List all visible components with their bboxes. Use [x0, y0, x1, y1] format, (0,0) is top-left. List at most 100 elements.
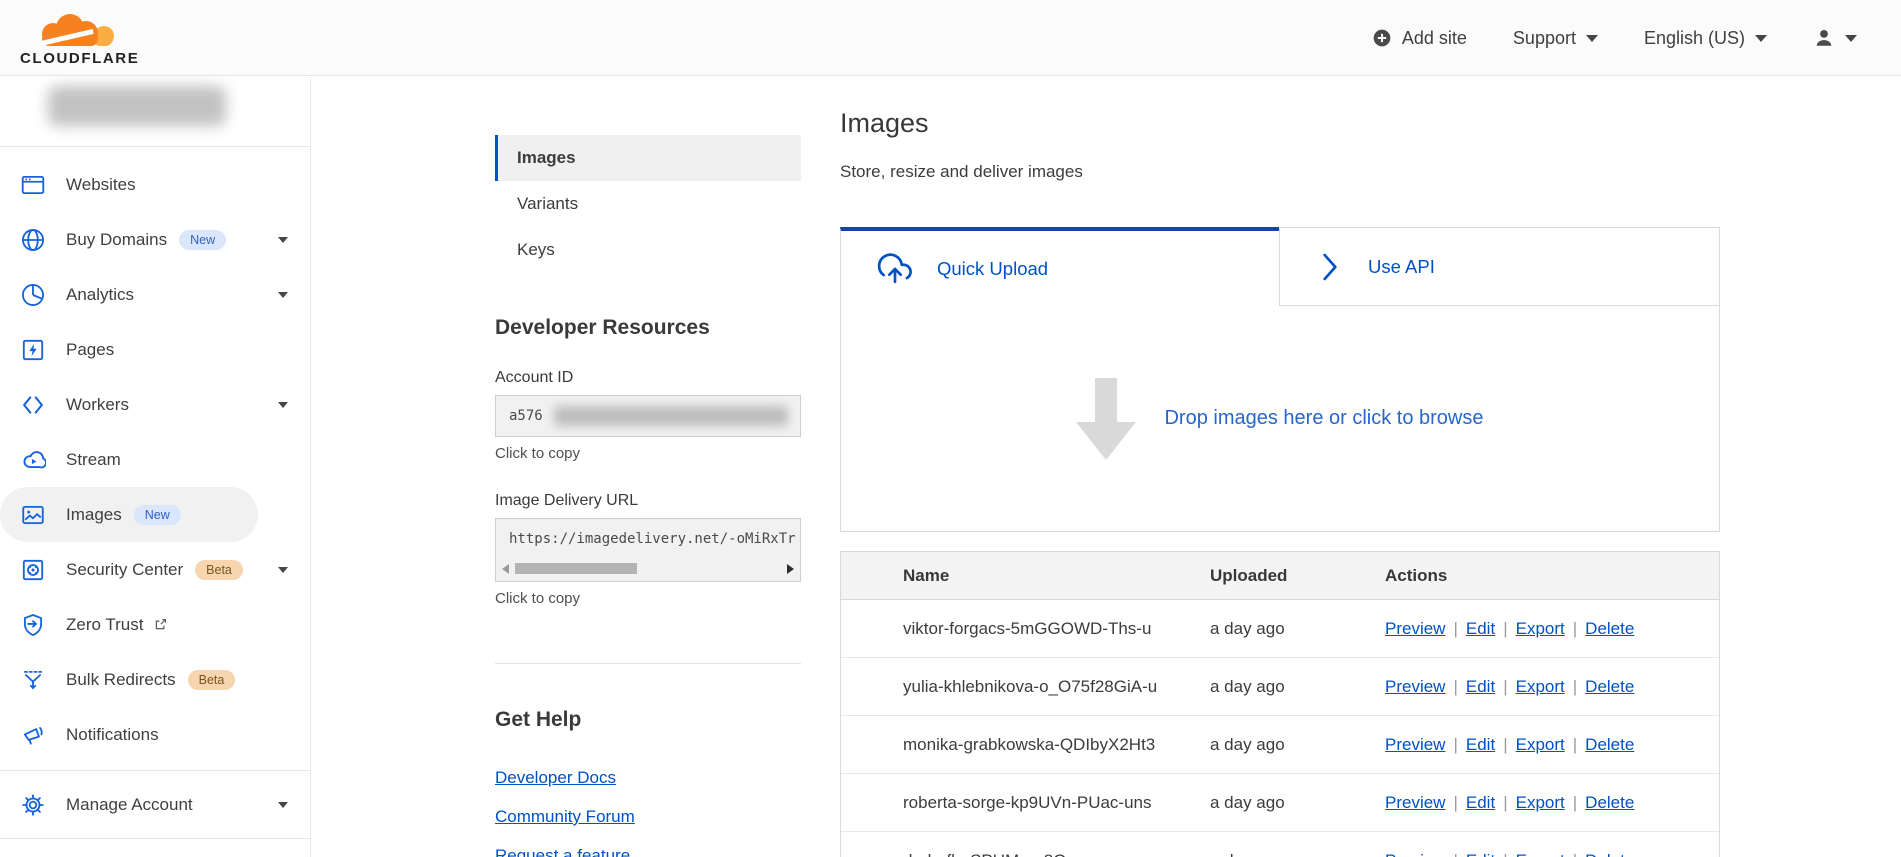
table-row: yulia-khlebnikova-o_O75f28GiA-u a day ag… — [841, 658, 1719, 716]
lightning-page-icon — [20, 337, 46, 363]
sidebar-item-bulk-redirects[interactable]: Bulk Redirects Beta — [0, 652, 310, 707]
sidebar-item-images[interactable]: Images New — [0, 487, 258, 542]
export-link[interactable]: Export — [1516, 619, 1565, 638]
cloudflare-logo[interactable]: CLOUDFLARE — [20, 8, 152, 66]
cloudflare-cloud-icon: CLOUDFLARE — [20, 14, 139, 66]
account-name-redacted[interactable] — [48, 86, 226, 126]
plus-circle-icon — [1373, 29, 1391, 47]
preview-link[interactable]: Preview — [1385, 677, 1445, 696]
sidebar-item-manage-account[interactable]: Manage Account — [0, 777, 310, 832]
tab-use-api[interactable]: Use API — [1279, 227, 1720, 306]
row-actions: Preview | Edit | Export | Delete — [1385, 735, 1719, 755]
sidebar-item-zero-trust[interactable]: Zero Trust — [0, 597, 310, 652]
sidebar-item-notifications[interactable]: Notifications — [0, 707, 310, 762]
subnav-item-label: Keys — [517, 240, 555, 259]
new-badge: New — [179, 229, 227, 250]
quick-upload-panel: Drop images here or click to browse — [840, 306, 1720, 532]
sidebar-item-analytics[interactable]: Analytics — [0, 267, 310, 322]
funnel-icon — [20, 667, 46, 693]
account-id-label: Account ID — [495, 369, 574, 386]
subnav-item-images[interactable]: Images — [495, 135, 801, 181]
subnav-divider — [495, 663, 801, 664]
top-header: CLOUDFLARE Add site Support English (US) — [0, 0, 1901, 76]
delivery-url-value: https://imagedelivery.net/-oMiRxTr — [509, 531, 796, 547]
images-table: Name Uploaded Actions viktor-forgacs-5mG… — [840, 551, 1720, 857]
table-row: monika-grabkowska-QDIbyX2Ht3 a day ago P… — [841, 716, 1719, 774]
tab-label: Quick Upload — [937, 257, 1049, 279]
sidebar-item-pages[interactable]: Pages — [0, 322, 310, 377]
action-separator: | — [1453, 851, 1457, 857]
account-id-copybox[interactable]: a576 — [495, 395, 801, 437]
sidebar-item-buy-domains[interactable]: Buy Domains New — [0, 212, 310, 267]
subnav-item-label: Images — [517, 148, 576, 167]
edit-link[interactable]: Edit — [1466, 735, 1495, 754]
images-subnav-panel: Images Variants Keys Developer Resources… — [495, 135, 801, 857]
community-forum-link[interactable]: Community Forum — [495, 807, 635, 826]
preview-link[interactable]: Preview — [1385, 793, 1445, 812]
row-actions: Preview | Edit | Export | Delete — [1385, 677, 1719, 697]
uploaded-time: a day ago — [1210, 676, 1285, 696]
preview-link[interactable]: Preview — [1385, 619, 1445, 638]
beta-badge: Beta — [195, 559, 243, 580]
primary-sidebar: Websites Buy Domains New Analytics Pages… — [0, 77, 311, 857]
profile-menu[interactable] — [1813, 27, 1857, 49]
support-menu[interactable]: Support — [1513, 28, 1598, 49]
export-link[interactable]: Export — [1516, 677, 1565, 696]
external-link-icon — [153, 617, 168, 632]
delete-link[interactable]: Delete — [1585, 619, 1634, 638]
delete-link[interactable]: Delete — [1585, 677, 1634, 696]
tab-quick-upload[interactable]: Quick Upload — [840, 227, 1279, 306]
edit-link[interactable]: Edit — [1466, 677, 1495, 696]
tab-label: Use API — [1368, 255, 1435, 277]
sidebar-item-stream[interactable]: Stream — [0, 432, 310, 487]
preview-link[interactable]: Preview — [1385, 851, 1445, 857]
scroll-right-arrow-icon[interactable] — [787, 564, 794, 574]
delivery-url-copybox[interactable]: https://imagedelivery.net/-oMiRxTr — [495, 518, 801, 582]
sidebar-item-websites[interactable]: Websites — [0, 157, 310, 212]
sidebar-nav: Websites Buy Domains New Analytics Pages… — [0, 157, 310, 839]
down-arrow-icon — [1076, 377, 1137, 460]
sidebar-item-label: Analytics — [66, 284, 135, 304]
scroll-left-arrow-icon[interactable] — [502, 564, 509, 574]
image-name: de-la-flo-SPUMun-8Qc-uns — [903, 851, 1210, 857]
add-site-button[interactable]: Add site — [1372, 28, 1467, 49]
edit-link[interactable]: Edit — [1466, 619, 1495, 638]
subnav-item-keys[interactable]: Keys — [495, 227, 801, 273]
delete-link[interactable]: Delete — [1585, 793, 1634, 812]
sidebar-item-label: Bulk Redirects — [66, 669, 176, 689]
developer-docs-link[interactable]: Developer Docs — [495, 768, 616, 787]
export-link[interactable]: Export — [1516, 793, 1565, 812]
language-menu[interactable]: English (US) — [1644, 28, 1767, 49]
sidebar-item-workers[interactable]: Workers — [0, 377, 310, 432]
person-icon — [1816, 30, 1832, 46]
delete-link[interactable]: Delete — [1585, 851, 1634, 857]
edit-link[interactable]: Edit — [1466, 793, 1495, 812]
sidebar-item-label: Manage Account — [66, 794, 193, 814]
edit-link[interactable]: Edit — [1466, 851, 1495, 857]
cloudflare-dashboard: CLOUDFLARE Add site Support English (US) — [0, 0, 1901, 857]
export-link[interactable]: Export — [1516, 735, 1565, 754]
horizontal-scrollbar[interactable] — [502, 563, 794, 575]
sidebar-item-security-center[interactable]: Security Center Beta — [0, 542, 310, 597]
delete-link[interactable]: Delete — [1585, 735, 1634, 754]
row-actions: Preview | Edit | Export | Delete — [1385, 619, 1719, 639]
logo-wordmark: CLOUDFLARE — [20, 50, 139, 66]
sidebar-item-label: Stream — [66, 449, 121, 469]
chevron-right-icon — [1322, 252, 1338, 282]
sidebar-item-label: Images — [66, 504, 122, 524]
export-link[interactable]: Export — [1516, 851, 1565, 857]
request-feature-link[interactable]: Request a feature — [495, 846, 630, 857]
action-separator: | — [1503, 676, 1508, 696]
action-separator: | — [1503, 851, 1507, 857]
chevron-down-icon — [1845, 34, 1857, 42]
action-separator: | — [1572, 618, 1578, 638]
action-separator: | — [1453, 734, 1458, 754]
sidebar-item-label: Security Center — [66, 559, 184, 579]
scrollbar-thumb[interactable] — [515, 563, 637, 574]
subnav-item-variants[interactable]: Variants — [495, 181, 801, 227]
preview-link[interactable]: Preview — [1385, 735, 1445, 754]
new-badge: New — [133, 504, 181, 525]
table-row: viktor-forgacs-5mGGOWD-Ths-u a day ago P… — [841, 600, 1719, 658]
shield-arrow-icon — [20, 612, 46, 638]
image-dropzone[interactable]: Drop images here or click to browse — [841, 306, 1719, 531]
